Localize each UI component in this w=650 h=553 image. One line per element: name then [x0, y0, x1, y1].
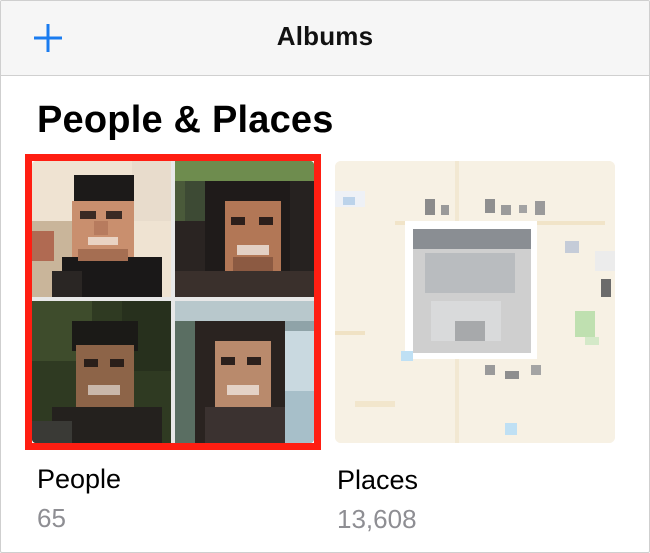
album-title: Places	[337, 465, 419, 495]
highlight-frame	[25, 154, 321, 450]
album-title: People	[37, 464, 122, 494]
person-photo-3	[32, 301, 171, 443]
places-map-thumbnail	[335, 161, 615, 443]
app-window: Albums People & Places People 65 Places …	[0, 0, 650, 553]
people-thumbnail	[32, 161, 314, 443]
album-count: 13,608	[337, 504, 417, 534]
album-count: 65	[37, 503, 66, 533]
navigation-bar: Albums	[1, 1, 649, 76]
person-photo-2	[175, 161, 314, 297]
person-photo-1	[32, 161, 171, 297]
person-photo-4	[175, 301, 314, 443]
section-title: People & Places	[37, 99, 334, 141]
album-places[interactable]: Places 13,608	[335, 161, 615, 535]
grid-divider	[171, 161, 175, 443]
page-title: Albums	[276, 21, 374, 51]
album-people[interactable]: People 65	[25, 154, 321, 534]
